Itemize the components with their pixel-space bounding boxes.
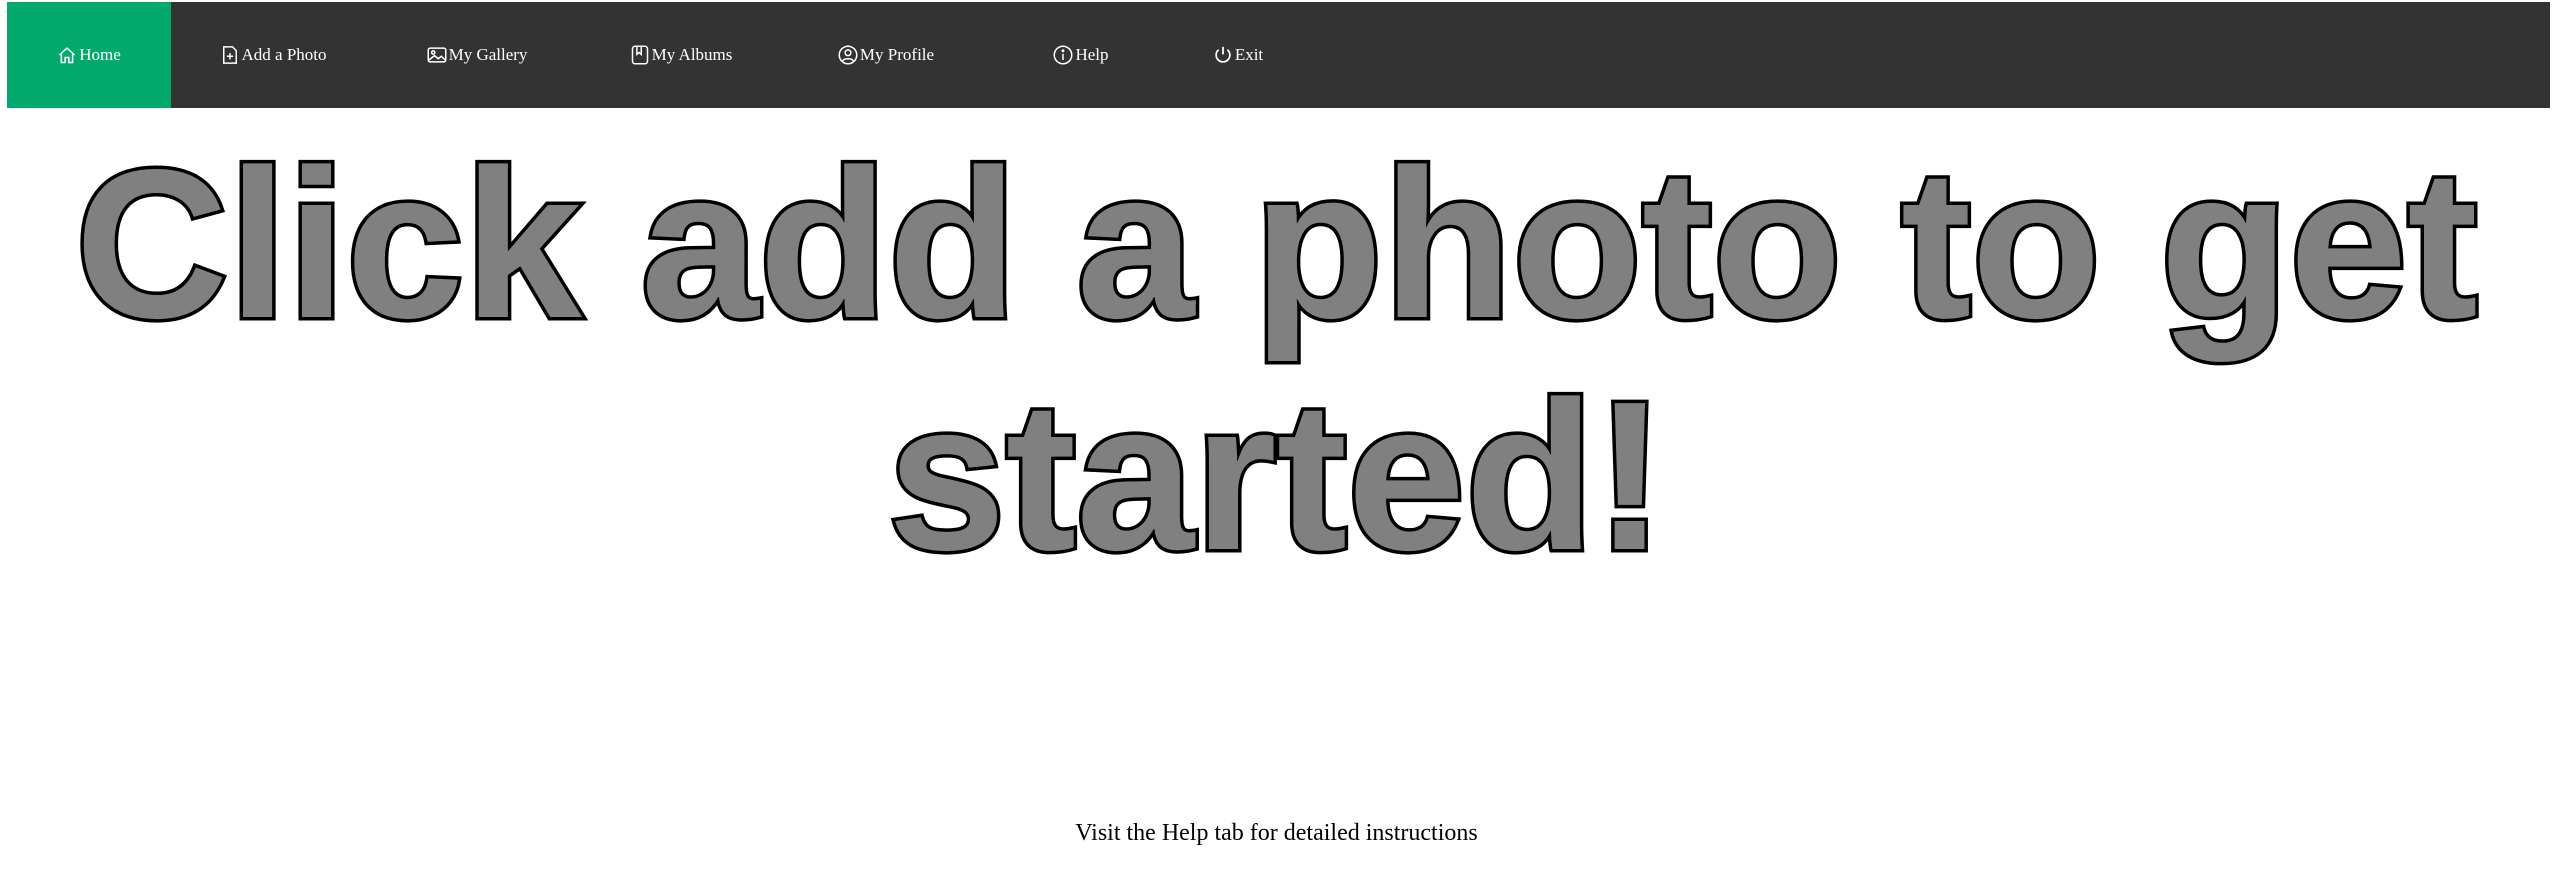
home-icon <box>57 45 77 65</box>
get-started-headline: Click add a photo to get started! <box>72 124 2482 595</box>
nav-my-albums-label: My Albums <box>651 45 733 64</box>
nav-my-profile-label: My Profile <box>859 45 935 64</box>
nav-my-albums[interactable]: My Albums <box>579 2 783 108</box>
nav-exit[interactable]: Exit <box>1173 2 1303 108</box>
nav-home-label: Home <box>79 45 121 64</box>
top-navbar: Home Add a Photo My Gallery My Albums My… <box>7 2 2550 108</box>
bookmark-book-icon <box>630 45 650 65</box>
nav-add-photo[interactable]: Add a Photo <box>171 2 375 108</box>
nav-exit-label: Exit <box>1234 45 1264 64</box>
help-hint-text: Visit the Help tab for detailed instruct… <box>1075 820 1478 846</box>
user-circle-icon <box>838 45 858 65</box>
info-icon <box>1053 45 1073 65</box>
nav-home[interactable]: Home <box>7 2 171 108</box>
image-icon <box>427 45 447 65</box>
nav-my-profile[interactable]: My Profile <box>783 2 989 108</box>
nav-help-label: Help <box>1075 45 1109 64</box>
nav-help[interactable]: Help <box>989 2 1173 108</box>
nav-my-gallery-label: My Gallery <box>448 45 528 64</box>
nav-add-photo-label: Add a Photo <box>241 45 327 64</box>
power-icon <box>1213 45 1233 65</box>
nav-my-gallery[interactable]: My Gallery <box>375 2 579 108</box>
file-plus-icon <box>220 45 240 65</box>
